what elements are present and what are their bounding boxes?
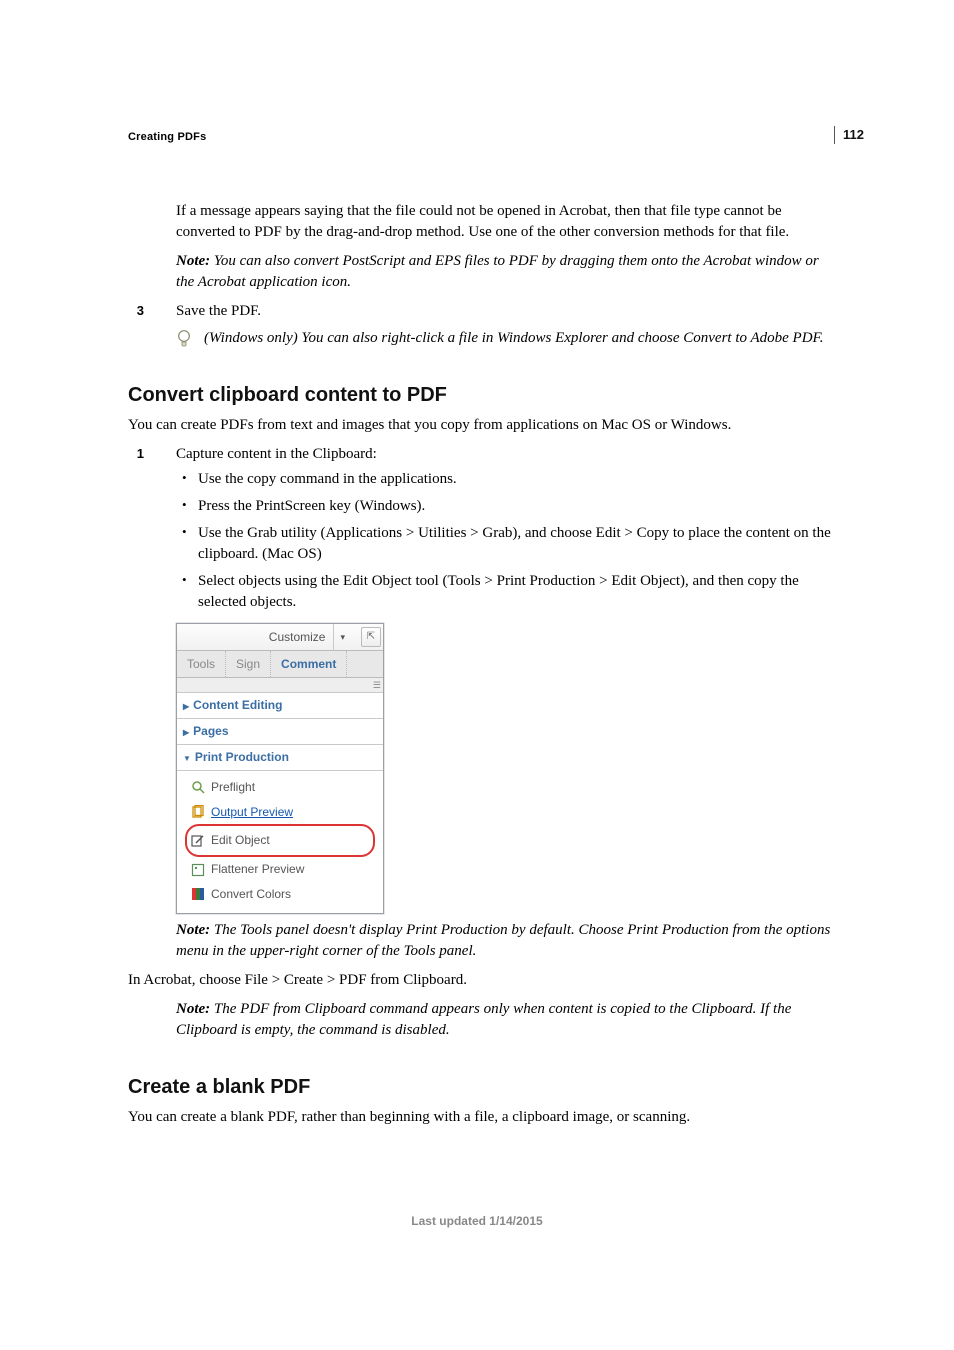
panel-note: Note: The Tools panel doesn't display Pr… xyxy=(128,920,834,962)
tools-panel-figure: Customize ▾ ⇱ Tools Sign Comment ☰ ▶ Cont… xyxy=(176,623,834,913)
step-text: Save the PDF. xyxy=(176,303,261,319)
note-paragraph: Note: The PDF from Clipboard command app… xyxy=(176,999,834,1041)
heading-convert-clipboard: Convert clipboard content to PDF xyxy=(128,381,834,409)
bullet-item: Press the PrintScreen key (Windows). xyxy=(176,496,834,517)
body-paragraph: If a message appears saying that the fil… xyxy=(176,201,834,243)
item-label: Edit Object xyxy=(211,832,270,849)
panel-tabs: Tools Sign Comment xyxy=(177,651,383,678)
tab-comment[interactable]: Comment xyxy=(271,651,347,677)
note-paragraph: Note: The Tools panel doesn't display Pr… xyxy=(176,920,834,962)
bullet-item: Select objects using the Edit Object too… xyxy=(176,571,834,613)
note-label: Note: xyxy=(176,1001,210,1017)
chevron-right-icon: ▶ xyxy=(183,728,189,737)
note-body: The PDF from Clipboard command appears o… xyxy=(176,1001,791,1038)
popout-button[interactable]: ⇱ xyxy=(361,627,381,647)
heading-create-blank: Create a blank PDF xyxy=(128,1073,834,1101)
step-3: Save the PDF. (Windows only) You can als… xyxy=(128,301,834,349)
step-text: Capture content in the Clipboard: xyxy=(176,446,377,462)
step-list-clipboard: Capture content in the Clipboard: Use th… xyxy=(128,444,834,613)
page-number: 112 xyxy=(834,126,864,144)
tools-panel: Customize ▾ ⇱ Tools Sign Comment ☰ ▶ Cont… xyxy=(176,623,384,913)
preflight-icon xyxy=(191,780,205,794)
item-label: Flattener Preview xyxy=(211,861,304,878)
bullet-list: Use the copy command in the applications… xyxy=(176,469,834,613)
item-output-preview[interactable]: Output Preview xyxy=(177,800,383,825)
chevron-down-icon: ▼ xyxy=(183,754,191,763)
output-preview-icon xyxy=(191,805,205,819)
section-label: Content Editing xyxy=(193,698,282,712)
print-production-items: Preflight Output Preview Edit Object xyxy=(177,771,383,913)
clipboard-note: Note: The PDF from Clipboard command app… xyxy=(128,999,834,1041)
note-label: Note: xyxy=(176,922,210,938)
tab-tools[interactable]: Tools xyxy=(177,651,226,677)
note-paragraph: Note: You can also convert PostScript an… xyxy=(176,251,834,293)
page: 112 Creating PDFs If a message appears s… xyxy=(0,0,954,1350)
section-label: Print Production xyxy=(195,750,289,764)
edit-object-icon xyxy=(191,834,205,848)
chevron-right-icon: ▶ xyxy=(183,702,189,711)
customize-label[interactable]: Customize xyxy=(269,629,326,646)
item-convert-colors[interactable]: Convert Colors xyxy=(177,882,383,907)
section-label: Pages xyxy=(193,724,228,738)
panel-toolbar: Customize ▾ ⇱ xyxy=(177,624,383,651)
chevron-down-icon[interactable]: ▾ xyxy=(333,624,351,650)
step-list-continued: Save the PDF. (Windows only) You can als… xyxy=(128,301,834,349)
continuation-block: If a message appears saying that the fil… xyxy=(128,201,834,293)
body-paragraph: You can create a blank PDF, rather than … xyxy=(128,1107,834,1128)
lightbulb-icon xyxy=(176,329,192,351)
section-pages[interactable]: ▶ Pages xyxy=(177,719,383,745)
tab-sign[interactable]: Sign xyxy=(226,651,271,677)
highlight-ring: Edit Object xyxy=(185,824,375,857)
tip-row: (Windows only) You can also right-click … xyxy=(176,328,834,349)
flattener-preview-icon xyxy=(191,863,205,877)
item-preflight[interactable]: Preflight xyxy=(177,775,383,800)
running-head: Creating PDFs xyxy=(128,130,834,145)
item-edit-object[interactable]: Edit Object xyxy=(191,828,369,853)
item-label: Preflight xyxy=(211,779,255,796)
bullet-item: Use the Grab utility (Applications > Uti… xyxy=(176,523,834,565)
body-paragraph: You can create PDFs from text and images… xyxy=(128,415,834,436)
note-body: You can also convert PostScript and EPS … xyxy=(176,253,819,290)
item-label: Output Preview xyxy=(211,804,293,821)
popout-icon: ⇱ xyxy=(367,630,375,644)
section-print-production[interactable]: ▼ Print Production xyxy=(177,745,383,771)
footer-last-updated: Last updated 1/14/2015 xyxy=(0,1213,954,1230)
item-flattener-preview[interactable]: Flattener Preview xyxy=(177,857,383,882)
body-paragraph: In Acrobat, choose File > Create > PDF f… xyxy=(128,970,834,991)
item-label: Convert Colors xyxy=(211,886,291,903)
section-content-editing[interactable]: ▶ Content Editing xyxy=(177,693,383,719)
note-body: The Tools panel doesn't display Print Pr… xyxy=(176,922,830,959)
note-label: Note: xyxy=(176,253,210,269)
panel-options-strip[interactable]: ☰ xyxy=(177,678,383,693)
tip-text: (Windows only) You can also right-click … xyxy=(204,330,824,346)
step-1: Capture content in the Clipboard: Use th… xyxy=(128,444,834,613)
bullet-item: Use the copy command in the applications… xyxy=(176,469,834,490)
convert-colors-icon xyxy=(191,887,205,901)
